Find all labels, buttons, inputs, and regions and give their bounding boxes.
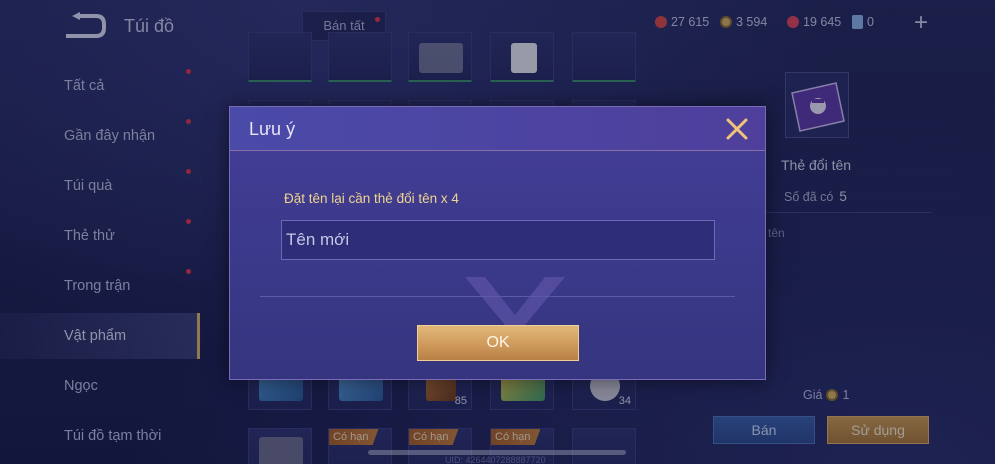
dialog-title: Lưu ý [249,119,296,139]
close-button[interactable] [725,116,749,142]
ok-button[interactable]: OK [417,325,579,361]
close-icon [726,118,748,140]
dialog-message: Đặt tên lại cần thẻ đổi tên x 4 [284,191,459,206]
dialog-header: Lưu ý [230,107,765,151]
dialog-divider [260,296,735,297]
rename-dialog: Lưu ý Đặt tên lại cần thẻ đổi tên x 4 OK [229,106,766,380]
new-name-input[interactable] [281,220,715,260]
